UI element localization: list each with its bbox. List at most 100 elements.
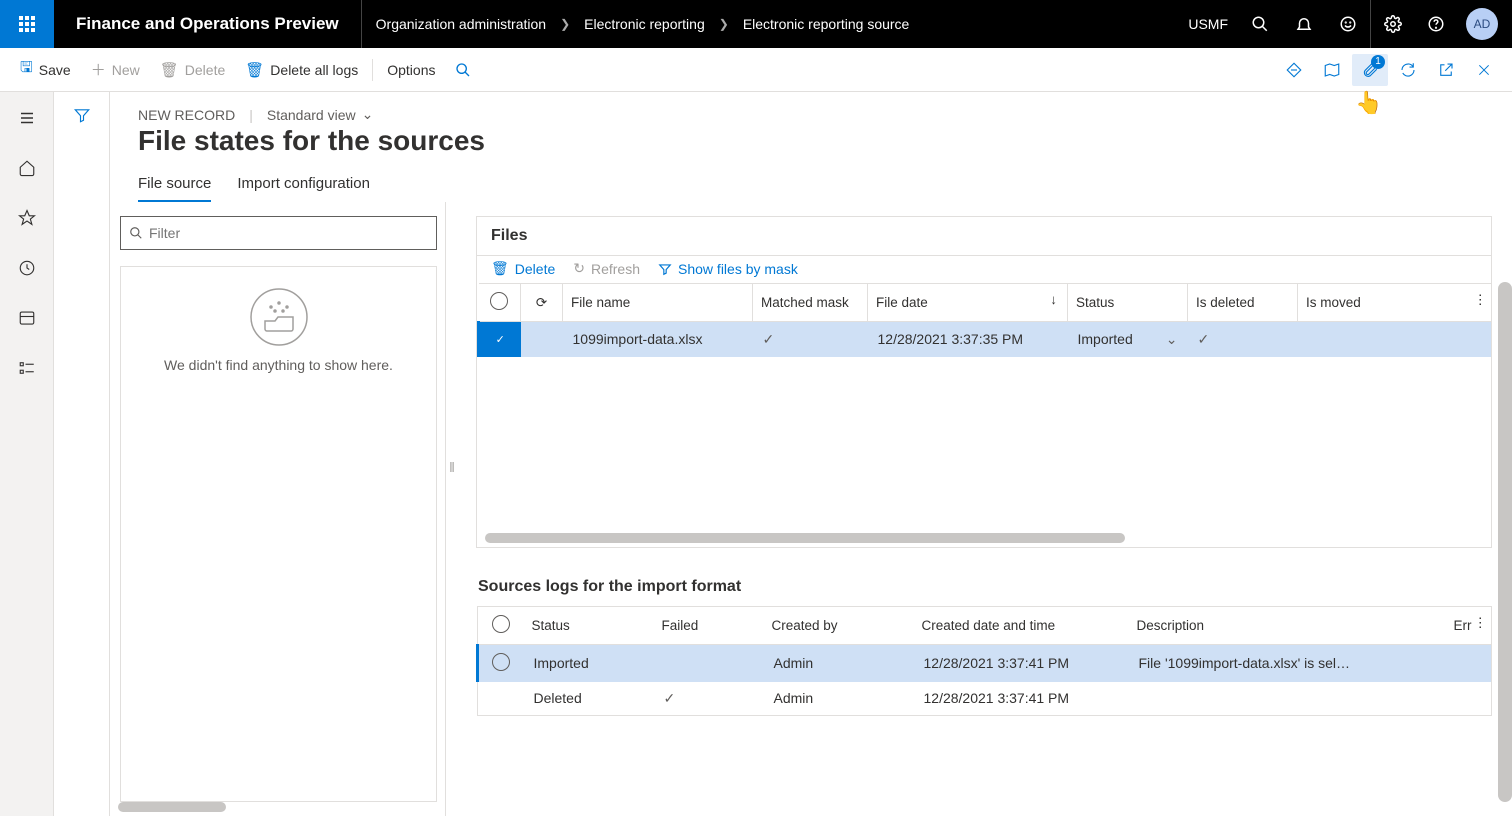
empty-folder-icon <box>249 287 309 347</box>
top-right-actions: USMF AD <box>1178 0 1512 48</box>
cell-log-created-date: 12/28/2021 3:37:41 PM <box>914 682 1129 716</box>
page-header: NEW RECORD | Standard view⌄ File states … <box>110 92 1512 165</box>
cell-log-created-by: Admin <box>764 644 914 682</box>
breadcrumb-item-3[interactable]: Electronic reporting source <box>743 16 910 32</box>
options-button[interactable]: Options <box>377 56 445 84</box>
cell-log-status: Imported <box>524 644 654 682</box>
action-bar: 🖫Save ＋New 🗑Delete 🗑Delete all logs Opti… <box>0 48 1512 92</box>
refresh-icon: ↻ <box>573 260 585 277</box>
column-options-icon[interactable]: ⋮ <box>1474 615 1488 631</box>
app-title: Finance and Operations Preview <box>54 14 361 34</box>
log-col-err[interactable]: Err⋮ <box>1446 606 1492 644</box>
logs-table: Status Failed Created by Created date an… <box>476 606 1492 716</box>
row-radio[interactable] <box>492 653 510 671</box>
cell-file-name[interactable]: 1099import-data.xlsx <box>563 322 753 357</box>
vertical-scrollbar-thumb[interactable] <box>1498 282 1512 802</box>
col-file-date-label: File date <box>876 295 928 310</box>
select-all-header[interactable] <box>478 606 524 644</box>
save-icon: 🖫 <box>20 57 33 82</box>
main-area: NEW RECORD | Standard view⌄ File states … <box>110 92 1512 816</box>
waffle-icon <box>19 16 35 32</box>
refresh-button[interactable] <box>1390 54 1426 86</box>
plus-icon: ＋ <box>91 59 106 80</box>
attach-button[interactable]: 1 <box>1352 54 1388 86</box>
close-button[interactable] <box>1466 54 1502 86</box>
delete-all-logs-button[interactable]: 🗑Delete all logs <box>235 55 368 85</box>
diamond-icon[interactable] <box>1276 54 1312 86</box>
smile-icon[interactable] <box>1326 0 1370 48</box>
modules-icon[interactable] <box>7 350 47 386</box>
breadcrumb-item-2[interactable]: Electronic reporting <box>584 16 705 32</box>
record-indicator: NEW RECORD <box>138 107 235 123</box>
left-rail <box>0 92 54 816</box>
trash-icon: 🗑 <box>160 61 179 79</box>
col-file-date[interactable]: File date↓ <box>868 284 1068 322</box>
delete-all-logs-label: Delete all logs <box>270 62 358 78</box>
save-button[interactable]: 🖫 Save <box>10 51 81 88</box>
col-matched-mask[interactable]: Matched mask <box>753 284 868 322</box>
vertical-scrollbar-track[interactable] <box>1498 282 1512 802</box>
workspace-icon[interactable] <box>7 300 47 336</box>
log-col-created-date[interactable]: Created date and time <box>914 606 1129 644</box>
files-refresh-button[interactable]: ↻Refresh <box>573 260 640 277</box>
log-col-status[interactable]: Status <box>524 606 654 644</box>
help-icon[interactable] <box>1414 0 1458 48</box>
delete-button[interactable]: 🗑Delete <box>150 55 236 85</box>
col-status[interactable]: Status <box>1068 284 1188 322</box>
cell-log-description: File '1099import-data.xlsx' is sel… <box>1129 644 1446 682</box>
empty-list: We didn't find anything to show here. <box>120 266 437 802</box>
col-is-deleted[interactable]: Is deleted <box>1188 284 1298 322</box>
legal-entity[interactable]: USMF <box>1178 16 1238 32</box>
chevron-down-icon: ⌄ <box>362 106 374 123</box>
log-col-failed[interactable]: Failed <box>654 606 764 644</box>
recent-icon[interactable] <box>7 250 47 286</box>
save-label: Save <box>39 62 71 78</box>
col-is-moved[interactable]: Is moved⋮ <box>1298 284 1492 322</box>
app-launcher[interactable] <box>0 0 54 48</box>
show-files-by-mask-button[interactable]: Show files by mask <box>658 261 798 277</box>
horizontal-scrollbar[interactable] <box>485 533 1125 543</box>
splitter-handle[interactable]: ‖ <box>446 452 458 482</box>
table-row[interactable]: ✓ 1099import-data.xlsx ✓ 12/28/2021 3:37… <box>479 322 1492 357</box>
files-delete-button[interactable]: 🗑Delete <box>491 260 555 277</box>
left-panel: We didn't find anything to show here. <box>110 202 446 816</box>
table-row[interactable]: Imported Admin 12/28/2021 3:37:41 PM Fil… <box>478 644 1492 682</box>
search-icon <box>129 226 143 240</box>
chevron-down-icon: ⌄ <box>1166 331 1178 348</box>
col-file-name[interactable]: File name <box>563 284 753 322</box>
log-col-created-by[interactable]: Created by <box>764 606 914 644</box>
tab-import-config[interactable]: Import configuration <box>237 175 370 202</box>
popout-button[interactable] <box>1428 54 1464 86</box>
breadcrumb-item-1[interactable]: Organization administration <box>376 16 546 32</box>
funnel-icon[interactable] <box>73 106 91 816</box>
column-options-icon[interactable]: ⋮ <box>1474 292 1488 308</box>
new-button[interactable]: ＋New <box>81 53 150 86</box>
toolbar-search-button[interactable] <box>445 56 481 84</box>
tab-file-source[interactable]: File source <box>138 175 211 202</box>
trash-icon: 🗑 <box>491 260 509 277</box>
hamburger-icon[interactable] <box>7 100 47 136</box>
view-selector[interactable]: Standard view⌄ <box>267 106 373 123</box>
right-panels: Files 🗑Delete ↻Refresh Show files by mas… <box>464 202 1512 816</box>
cell-is-deleted: ✓ <box>1188 322 1298 357</box>
horizontal-scrollbar[interactable] <box>118 802 226 812</box>
home-icon[interactable] <box>7 150 47 186</box>
gear-icon[interactable] <box>1370 0 1414 48</box>
select-all-header[interactable] <box>479 284 521 322</box>
tabs: File source Import configuration <box>110 165 1512 202</box>
notification-icon[interactable] <box>1282 0 1326 48</box>
cell-status[interactable]: Imported⌄ <box>1068 322 1188 357</box>
cell-is-moved <box>1298 322 1492 357</box>
chevron-right-icon: ❯ <box>719 17 729 31</box>
filter-input[interactable] <box>149 225 428 241</box>
search-icon <box>455 62 471 78</box>
table-row[interactable]: Deleted ✓ Admin 12/28/2021 3:37:41 PM <box>478 682 1492 716</box>
star-icon[interactable] <box>7 200 47 236</box>
log-col-description[interactable]: Description <box>1129 606 1446 644</box>
row-selected-check-icon[interactable]: ✓ <box>491 331 509 349</box>
search-icon[interactable] <box>1238 0 1282 48</box>
map-icon[interactable] <box>1314 54 1350 86</box>
refresh-column-header[interactable]: ⟳ <box>521 284 563 322</box>
workspace: NEW RECORD | Standard view⌄ File states … <box>0 92 1512 816</box>
avatar[interactable]: AD <box>1466 8 1498 40</box>
